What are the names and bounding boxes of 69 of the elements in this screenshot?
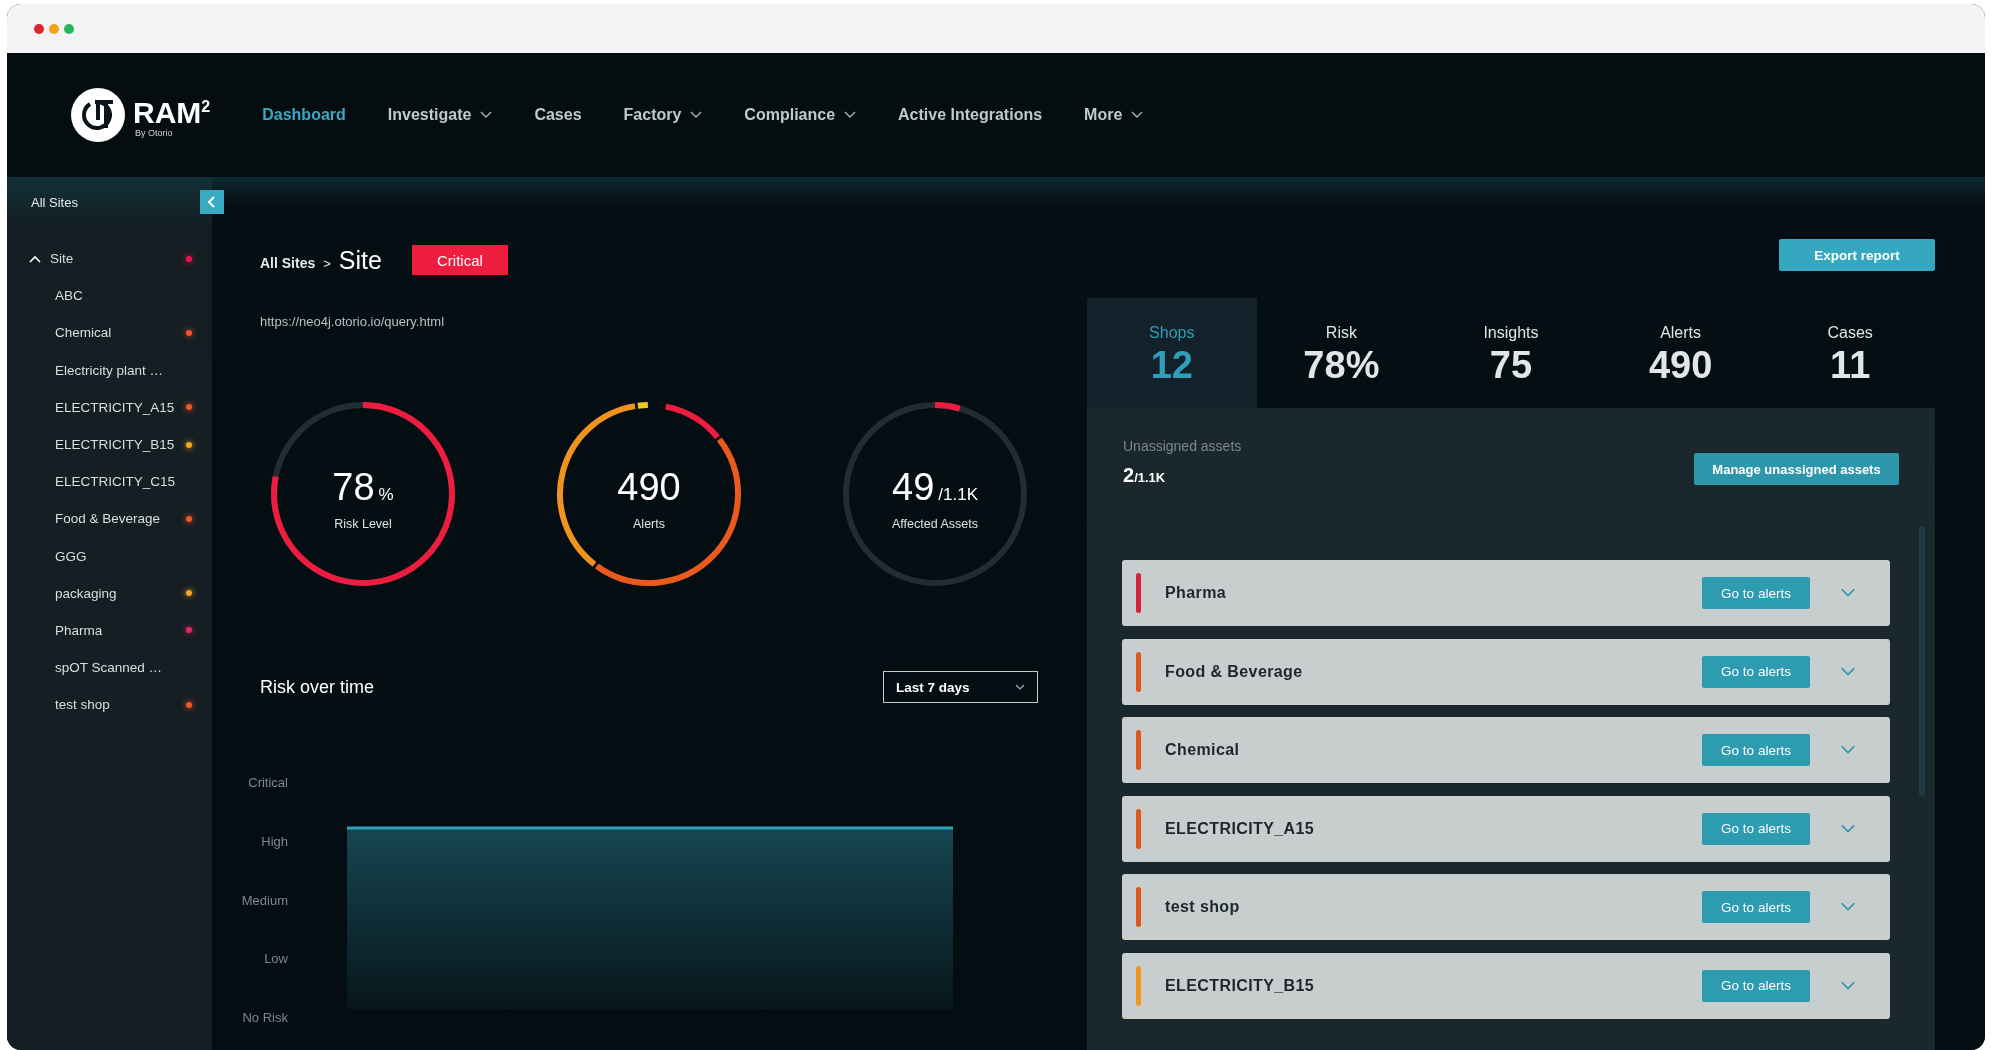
page-title: Site (338, 245, 382, 275)
breadcrumb-link[interactable]: All Sites (260, 249, 316, 271)
tree-item[interactable]: packaging (7, 574, 212, 612)
window-controls-icon[interactable] (34, 23, 74, 34)
gauge-label: Affected Assets (892, 516, 978, 531)
gauge-unit: % (378, 484, 394, 505)
nav-menu-item[interactable]: Investigate (387, 106, 493, 124)
tree-item[interactable]: Site (7, 240, 212, 278)
shop-name: ELECTRICITY_B15 (1165, 976, 1316, 995)
scrollbar[interactable] (1919, 526, 1925, 796)
nav-menu-item[interactable]: Dashboard (262, 106, 346, 124)
sidebar-title[interactable]: All Sites (31, 194, 78, 210)
breadcrumb-separator: > (323, 254, 331, 271)
gauge-unit: /1.1K (938, 484, 978, 505)
expand-icon[interactable] (1840, 745, 1856, 755)
shop-name: Food & Beverage (1165, 662, 1304, 681)
nav-menu-item[interactable]: More (1084, 106, 1144, 124)
nav-menu-item[interactable]: Factory (623, 106, 703, 124)
unassigned-label: Unassigned assets (1123, 438, 1242, 454)
summary-tab[interactable]: Shops 12 (1087, 298, 1257, 408)
nav-menu-item[interactable]: Compliance (744, 106, 857, 124)
axis-label: Critical (248, 775, 288, 790)
axis-label: Low (264, 951, 288, 967)
summary-tab[interactable]: Risk 78% (1256, 298, 1427, 408)
summary-tab[interactable]: Insights 75 (1426, 298, 1596, 408)
chevron-down-icon (1015, 684, 1025, 690)
summary-tab[interactable]: Cases 11 (1765, 298, 1935, 408)
tree-item[interactable]: Pharma (7, 611, 212, 650)
axis-label: Medium (241, 892, 288, 908)
axis-label: No Risk (242, 1010, 288, 1025)
tree-item[interactable]: ELECTRICITY_B15 (7, 425, 212, 464)
tree-item[interactable]: Food & Beverage (7, 500, 212, 538)
expand-icon[interactable] (1840, 588, 1856, 598)
unassigned-count: 2/1.1K (1123, 464, 1167, 487)
chevron-left-icon (207, 196, 217, 208)
shop-name: ELECTRICITY_A15 (1165, 819, 1316, 838)
tree-item[interactable]: ABC (7, 277, 212, 315)
range-dropdown[interactable]: Last 7 days (883, 671, 1038, 703)
expand-icon[interactable] (1840, 823, 1856, 834)
nav-menu-item[interactable]: Cases (534, 106, 582, 124)
expand-icon[interactable] (1840, 980, 1856, 991)
expand-icon[interactable] (1840, 902, 1856, 912)
tree-item[interactable]: spOT Scanned … (7, 649, 212, 687)
shop-name: Chemical (1165, 741, 1241, 759)
tree-item[interactable]: test shop (7, 686, 212, 724)
axis-label: High (261, 833, 288, 849)
url-text: https://neo4j.otorio.io/query.html (260, 314, 446, 329)
status-badge: Critical (411, 245, 508, 275)
shop-name: Pharma (1165, 584, 1228, 602)
tree-item[interactable]: GGG (7, 537, 212, 575)
gauge-value: 49 (892, 465, 935, 509)
gauge-label: Risk Level (334, 516, 392, 531)
gauge-value: 78 (332, 465, 375, 509)
expand-icon[interactable] (1840, 666, 1856, 677)
tree-item[interactable]: Chemical (7, 314, 212, 352)
shop-name: test shop (1165, 898, 1241, 916)
gauge-label: Alerts (633, 516, 665, 531)
chart-title: Risk over time (260, 676, 375, 698)
tree-item[interactable]: ELECTRICITY_A15 (7, 388, 212, 426)
summary-tab[interactable]: Alerts 490 (1595, 298, 1766, 408)
logo-tagline: By Otorio (135, 128, 174, 138)
logo-name: RAM$^{2}$ (133, 95, 211, 128)
tree-item[interactable]: ELECTRICITY_C15 (7, 463, 212, 501)
collapse-button[interactable] (200, 190, 224, 214)
tree-item[interactable]: Electricity plant … (7, 351, 212, 389)
nav-menu-item[interactable]: Active Integrations (898, 106, 1043, 124)
gauge-value: 490 (617, 465, 681, 509)
chevron-up-icon[interactable] (29, 254, 41, 263)
logo-icon (71, 88, 125, 142)
